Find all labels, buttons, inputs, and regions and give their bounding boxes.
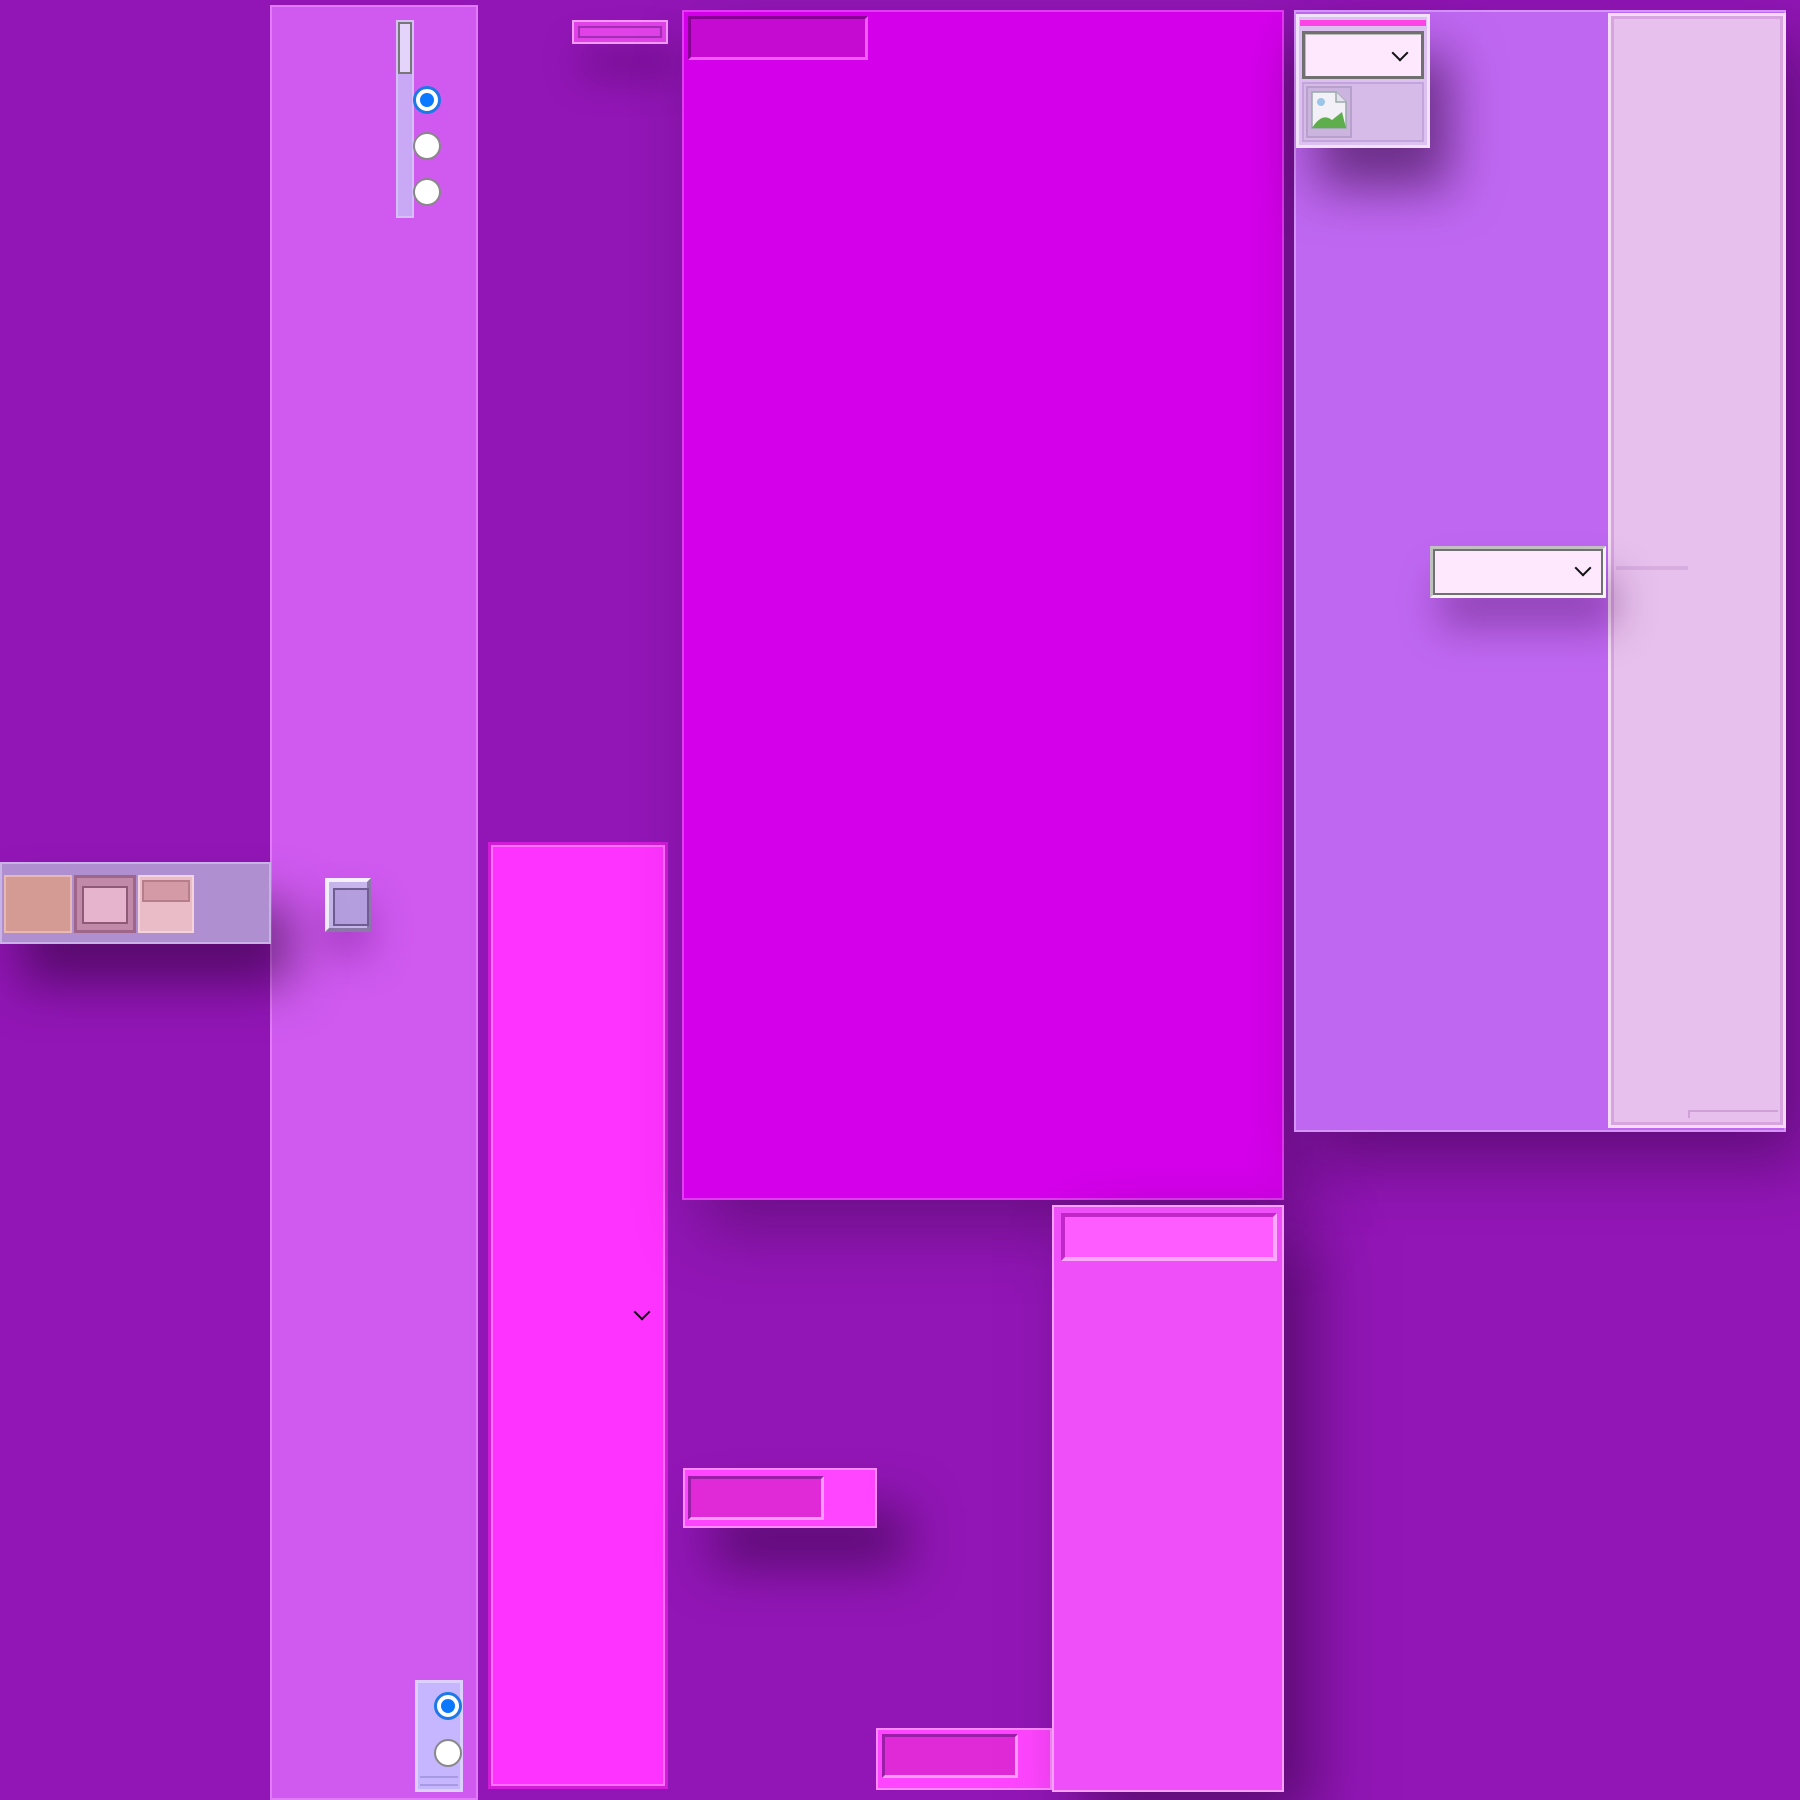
main-canvas-header-button[interactable]	[688, 16, 868, 60]
side-pink-panel-header[interactable]	[1061, 1213, 1277, 1261]
checkbox-inner	[333, 888, 369, 926]
mini-button-top-inner	[578, 26, 662, 38]
swatch-peach[interactable]	[4, 875, 72, 933]
swatch-rose-inner	[82, 886, 128, 924]
radio-option-2[interactable]	[413, 132, 441, 160]
radio-option-bottom-1[interactable]	[434, 1692, 462, 1720]
button-mid-inner	[688, 1476, 824, 1520]
swatch-light-tab	[142, 880, 190, 902]
broken-image-icon	[1306, 86, 1352, 138]
pale-side-divider	[1616, 566, 1688, 570]
pale-side-panel	[1608, 13, 1786, 1128]
side-pink-panel	[1052, 1205, 1284, 1792]
slider-thumb[interactable]	[398, 22, 412, 74]
radio-option-3[interactable]	[413, 178, 441, 206]
main-canvas	[682, 10, 1284, 1200]
pale-side-footer	[1688, 1110, 1778, 1118]
mini-window-titlebar	[1300, 20, 1426, 26]
left-panel	[270, 5, 478, 1800]
radio-option-bottom-2[interactable]	[434, 1739, 462, 1767]
radio-option-1[interactable]	[413, 86, 441, 114]
radio-group-bottom-scroll	[420, 1776, 458, 1786]
button-bottom-inner	[882, 1734, 1018, 1778]
